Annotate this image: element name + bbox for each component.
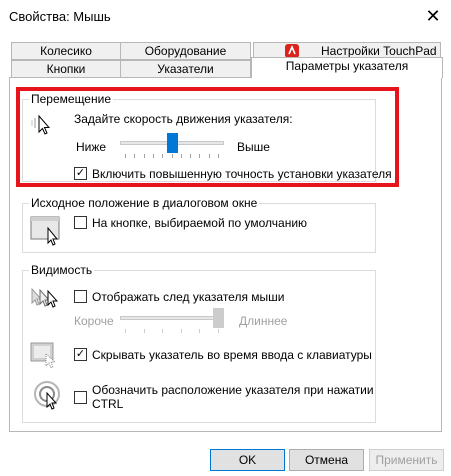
visibility-group-title: Видимость — [29, 263, 95, 277]
hide-checkbox[interactable]: ✓ — [74, 348, 87, 361]
highlight-box — [16, 87, 399, 187]
tab-hardware[interactable]: Оборудование — [120, 42, 251, 60]
trails-checkbox[interactable] — [74, 290, 87, 303]
locate-pointer-icon — [33, 380, 65, 415]
snap-checkbox[interactable] — [74, 216, 87, 229]
snap-group-title: Исходное положение в диалоговом окне — [29, 196, 260, 210]
slider-tick — [125, 329, 126, 333]
close-icon[interactable]: ✕ — [415, 0, 451, 32]
trails-long-label: Длиннее — [239, 314, 288, 328]
slider-tick — [162, 329, 164, 333]
ctrl-label-line1: Обозначить расположение указателя при на… — [92, 383, 374, 397]
ok-button[interactable]: OK — [210, 449, 285, 471]
trails-short-label: Короче — [74, 314, 114, 328]
title-bar: Свойства: Мышь ✕ — [0, 0, 451, 32]
slider-tick — [143, 329, 145, 333]
pointer-trails-icon — [29, 286, 65, 315]
ctrl-label-line2: CTRL — [92, 397, 124, 411]
tab-buttons[interactable]: Кнопки — [11, 60, 121, 78]
slider-tick — [199, 329, 201, 333]
slider-tick — [218, 329, 219, 333]
ctrl-checkbox[interactable] — [74, 391, 87, 404]
hide-pointer-icon — [30, 342, 60, 373]
trails-slider-track[interactable] — [120, 316, 224, 320]
trails-label: Отображать след указателя мыши — [92, 290, 285, 304]
apply-button[interactable]: Применить — [369, 449, 444, 471]
snap-to-default-icon — [30, 216, 62, 249]
cancel-button[interactable]: Отмена — [289, 449, 364, 471]
trails-slider-thumb[interactable] — [213, 308, 224, 328]
window-title: Свойства: Мышь — [9, 9, 111, 24]
slider-tick — [180, 329, 182, 333]
tab-pointers[interactable]: Указатели — [120, 60, 251, 78]
snap-label: На кнопке, выбираемой по умолчанию — [92, 216, 308, 230]
hide-label: Скрывать указатель во время ввода с клав… — [92, 348, 372, 362]
tab-pointer-options[interactable]: Параметры указателя — [251, 57, 443, 78]
tab-wheel[interactable]: Колесико — [11, 42, 121, 60]
